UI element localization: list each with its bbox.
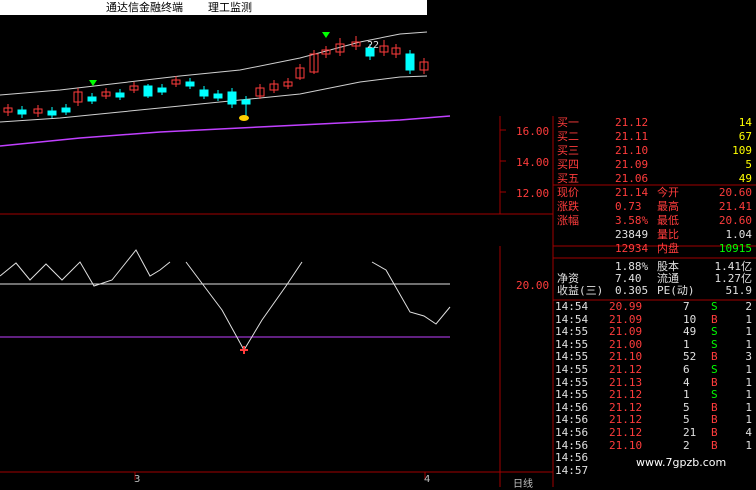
candle-body xyxy=(47,110,57,116)
candle-body xyxy=(157,87,167,93)
bid-price: 21.09 xyxy=(615,158,649,171)
bid-label: 买二 xyxy=(557,130,579,143)
stat-value: 3.58% xyxy=(615,214,649,227)
candle-body xyxy=(227,91,237,105)
stat-value: 51.9 xyxy=(725,284,753,297)
stat-label: PE(动) xyxy=(657,284,695,297)
price-axis-label: 16.00 xyxy=(516,125,550,138)
candle-body xyxy=(405,53,415,71)
bid-volume: 14 xyxy=(738,116,752,129)
bid-level: 买四 21.09 5 xyxy=(553,158,756,172)
quote-stat-row: 涨跌 0.73 最高 21.41 xyxy=(553,200,756,214)
volume-row: 23849 量比 1.04 xyxy=(553,228,756,242)
bid-volume: 49 xyxy=(738,172,752,185)
date-mark: 4 xyxy=(424,474,431,485)
indicator-line xyxy=(371,261,451,325)
stat-label: 涨幅 xyxy=(557,214,579,227)
candle-body xyxy=(199,89,209,97)
title-bar: 通达信金融终端 理工监测 xyxy=(0,0,427,15)
stat-value: 21.41 xyxy=(718,200,752,213)
buy-signal-arrow xyxy=(322,32,330,38)
indicator-line xyxy=(0,249,171,287)
bid-price: 21.10 xyxy=(615,144,649,157)
price-axis-label: 12.00 xyxy=(516,187,550,200)
bid-label: 买三 xyxy=(557,144,579,157)
candle-body xyxy=(61,107,71,113)
volume-value: 23849 xyxy=(615,228,649,241)
bid-price: 21.06 xyxy=(615,172,649,185)
candle-body xyxy=(143,85,153,97)
quote-stat-row: 涨幅 3.58% 最低 20.60 xyxy=(553,214,756,228)
module-title: 理工监测 xyxy=(208,1,252,14)
indicator-axis-label: 20.00 xyxy=(516,279,550,292)
candle-body xyxy=(17,109,27,115)
stat-label: 最低 xyxy=(657,214,679,227)
stat-value: 1.04 xyxy=(725,228,753,241)
bid-level: 买五 21.06 49 xyxy=(553,172,756,186)
stat-value: 20.60 xyxy=(718,186,752,199)
stat-label: 收益(三) xyxy=(557,284,604,297)
stat-value: 21.14 xyxy=(615,186,649,199)
bid-volume: 5 xyxy=(745,158,752,171)
bid-level: 买二 21.11 67 xyxy=(553,130,756,144)
bid-price: 21.12 xyxy=(615,116,649,129)
candle-body xyxy=(115,92,125,98)
band-lower-line xyxy=(0,75,428,123)
stat-label: 最高 xyxy=(657,200,679,213)
period-label[interactable]: 日线 xyxy=(513,475,533,490)
quote-panel: 买一 21.12 14 买二 21.11 67 买三 21.10 109 买四 21.09 5 买五 21… xyxy=(553,116,756,487)
fundamental-row: 收益(三) 0.305 PE(动) 51.9 xyxy=(553,284,756,298)
stat-label: 量比 xyxy=(657,228,679,241)
bid-label: 买一 xyxy=(557,116,579,129)
app-title: 通达信金融终端 xyxy=(106,1,183,14)
stat-value: 10915 xyxy=(718,242,752,255)
bid-label: 买四 xyxy=(557,158,579,171)
date-mark: 3 xyxy=(134,474,141,485)
ma-line xyxy=(0,115,451,147)
sell-signal-marker xyxy=(239,115,249,121)
bid-volume: 109 xyxy=(732,144,752,157)
bid-price: 21.11 xyxy=(615,130,649,143)
bid-label: 买五 xyxy=(557,172,579,185)
candle-body xyxy=(241,99,251,105)
tick-time: 14:57 xyxy=(555,463,589,477)
quote-stat-row: 现价 21.14 今开 20.60 xyxy=(553,186,756,200)
price-axis-label: 14.00 xyxy=(516,156,550,169)
candle-body xyxy=(213,93,223,99)
stat-label: 现价 xyxy=(557,186,579,199)
candle-body xyxy=(87,96,97,102)
stat-label: 今开 xyxy=(657,186,679,199)
bid-level: 买三 21.10 109 xyxy=(553,144,756,158)
band-upper-line xyxy=(0,31,428,96)
stat-value: 0.73 xyxy=(615,200,642,213)
candle-value-label: 22 xyxy=(367,40,380,51)
outer-row: 12934 内盘 10915 xyxy=(553,242,756,256)
stat-value: 20.60 xyxy=(718,214,752,227)
stat-label: 涨跌 xyxy=(557,200,579,213)
cross-marker xyxy=(240,346,248,354)
watermark: www.7gpzb.com xyxy=(636,456,727,469)
buy-signal-arrow xyxy=(89,80,97,86)
bid-level: 买一 21.12 14 xyxy=(553,116,756,130)
stat-label: 内盘 xyxy=(657,242,679,255)
candle-body xyxy=(185,81,195,87)
outer-value: 12934 xyxy=(615,242,649,255)
bid-volume: 67 xyxy=(738,130,752,143)
stat-value: 0.305 xyxy=(615,284,649,297)
